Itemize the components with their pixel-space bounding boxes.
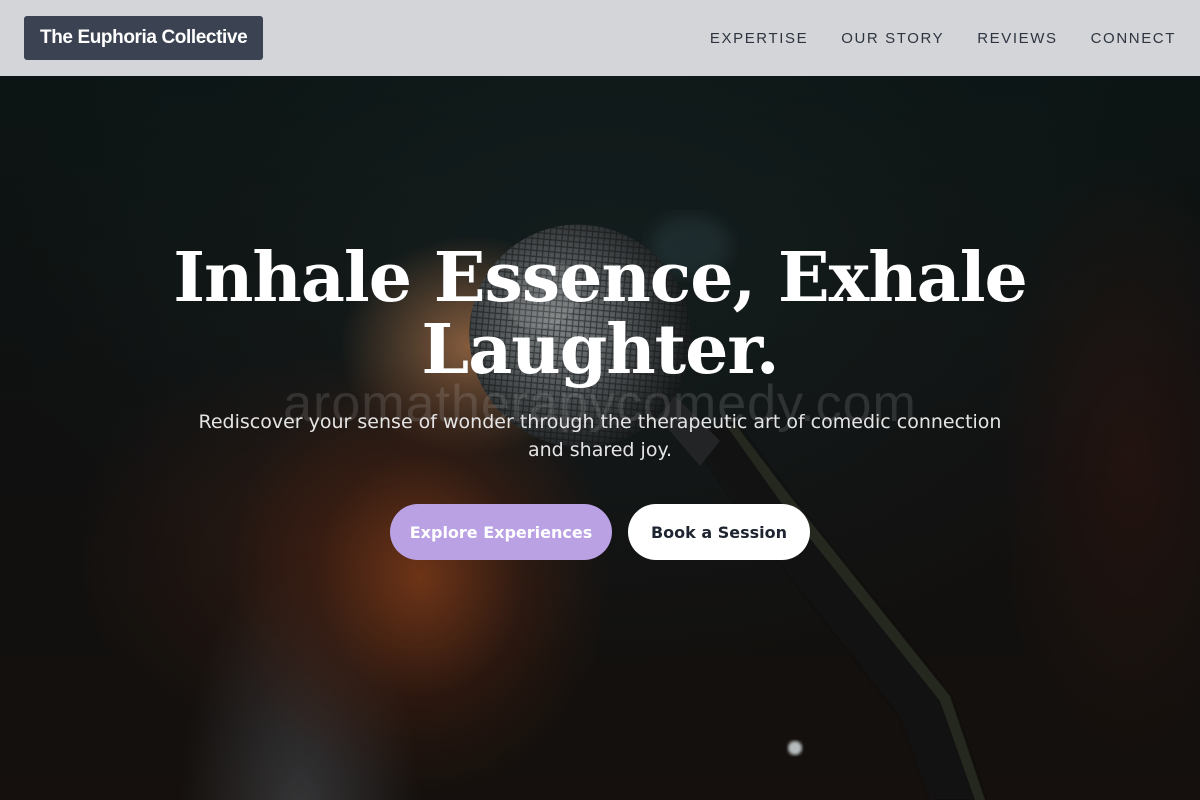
hero-title-line-1: Inhale Essence, Exhale [173, 238, 1028, 318]
hero-title-line-2: Laughter. [421, 310, 779, 390]
hero-section: aromatherapycomedy.com Inhale Essence, E… [0, 76, 1200, 800]
nav-link-reviews[interactable]: REVIEWS [977, 30, 1057, 47]
main-nav: EXPERTISE OUR STORY REVIEWS CONNECT [677, 30, 1176, 47]
site-logo[interactable]: The Euphoria Collective [24, 16, 264, 60]
hero-subtitle: Rediscover your sense of wonder through … [198, 411, 1002, 461]
hero-title: Inhale Essence, Exhale Laughter. [150, 242, 1050, 386]
book-session-button[interactable]: Book a Session [628, 504, 810, 560]
explore-experiences-button[interactable]: Explore Experiences [390, 504, 612, 560]
nav-link-our-story[interactable]: OUR STORY [841, 30, 944, 47]
site-header: The Euphoria Collective EXPERTISE OUR ST… [0, 0, 1200, 76]
nav-link-connect[interactable]: CONNECT [1091, 30, 1176, 47]
nav-link-expertise[interactable]: EXPERTISE [710, 30, 808, 47]
